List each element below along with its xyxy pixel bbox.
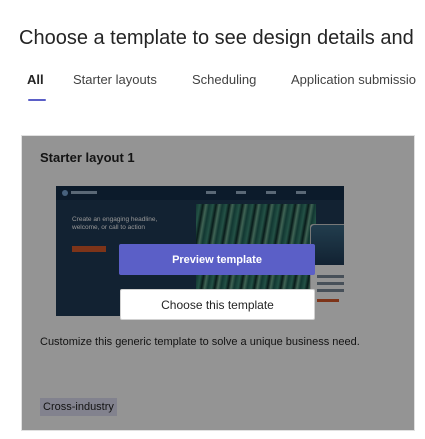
template-category-tabs: All Starter layouts Scheduling Applicati… bbox=[27, 71, 425, 103]
choose-template-button[interactable]: Choose this template bbox=[120, 289, 315, 320]
tab-all[interactable]: All bbox=[27, 71, 44, 101]
card-hover-overlay bbox=[22, 136, 414, 430]
preview-template-button[interactable]: Preview template bbox=[119, 244, 315, 275]
template-card[interactable]: Starter layout 1 Create an engaging head… bbox=[21, 135, 415, 431]
page-title: Choose a template to see design details … bbox=[19, 27, 414, 49]
tab-scheduling[interactable]: Scheduling bbox=[192, 71, 256, 101]
tab-application-submission[interactable]: Application submissio bbox=[291, 71, 416, 101]
tab-starter-layouts[interactable]: Starter layouts bbox=[73, 71, 157, 101]
active-tab-indicator bbox=[28, 99, 46, 101]
